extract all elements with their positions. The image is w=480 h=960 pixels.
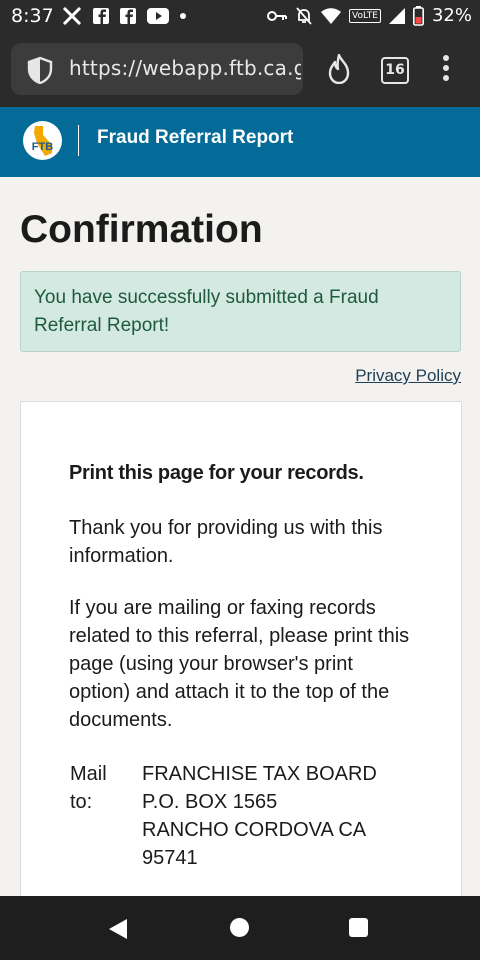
facebook-icon [120, 8, 136, 24]
status-left-icons [62, 7, 186, 25]
ftb-logo[interactable]: FTB [23, 121, 62, 160]
key-icon [267, 10, 288, 21]
youtube-icon [147, 8, 169, 24]
print-heading: Print this page for your records. [69, 462, 364, 484]
dot-icon [180, 13, 186, 19]
address-bar[interactable]: https://webapp.ftb.ca.gov [11, 43, 303, 95]
site-header: FTB Fraud Referral Report [0, 107, 480, 177]
logo-text: FTB [31, 141, 54, 153]
address-line: 95741 [142, 847, 198, 869]
notifications-off-icon [296, 6, 312, 25]
privacy-policy-link[interactable]: Privacy Policy [355, 366, 461, 386]
thank-you-text: Thank you for providing us with this inf… [69, 517, 383, 567]
page-title: Confirmation [20, 208, 263, 251]
volte-badge: VoLTE [349, 8, 381, 23]
flame-icon[interactable] [326, 54, 352, 84]
battery-icon [412, 5, 424, 26]
success-alert: You have successfully submitted a Fraud … [20, 271, 461, 352]
back-icon[interactable] [107, 918, 129, 940]
wifi-icon [321, 7, 342, 24]
mailing-instructions: If you are mailing or faxing records rel… [69, 597, 410, 731]
recent-apps-icon[interactable] [349, 918, 368, 937]
status-right-icons: VoLTE 32% [267, 5, 472, 26]
confirmation-card: Print this page for your records. Thank … [20, 401, 462, 943]
status-bar: 8:37 VoLTE 32% [0, 0, 480, 32]
system-navigation-bar [0, 896, 480, 960]
more-options-icon[interactable] [442, 54, 450, 82]
mail-to-label: Mail to: [70, 763, 107, 813]
battery-percent: 32% [431, 5, 472, 26]
header-title[interactable]: Fraud Referral Report [97, 127, 293, 149]
home-icon[interactable] [230, 918, 249, 937]
address-line: RANCHO CORDOVA CA [142, 819, 367, 841]
mail-address: FRANCHISE TAX BOARD P.O. BOX 1565 RANCHO… [142, 760, 382, 872]
status-time: 8:37 [11, 5, 54, 27]
header-divider [78, 125, 79, 156]
tab-switcher-button[interactable]: 16 [381, 57, 409, 84]
shield-icon[interactable] [27, 56, 53, 84]
browser-toolbar: https://webapp.ftb.ca.gov 16 [0, 32, 480, 107]
address-line: P.O. BOX 1565 [142, 791, 278, 813]
facebook-icon [93, 8, 109, 24]
url-text[interactable]: https://webapp.ftb.ca.gov [69, 56, 301, 80]
signal-icon [388, 7, 405, 24]
address-line: FRANCHISE TAX BOARD [142, 763, 377, 785]
x-icon [62, 7, 82, 25]
